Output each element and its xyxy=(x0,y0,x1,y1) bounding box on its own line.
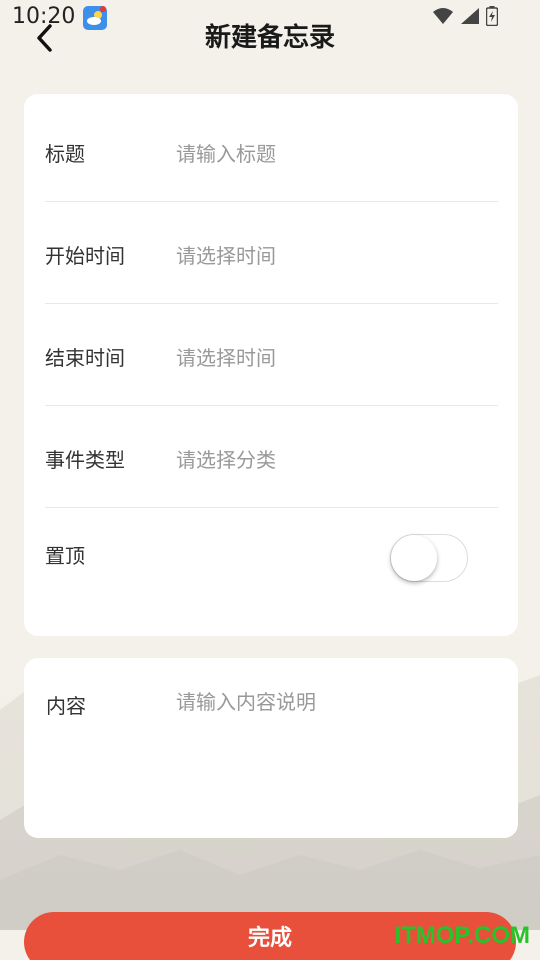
end-time-row[interactable]: 结束时间 请选择时间 xyxy=(45,304,498,406)
content-card: 内容 请输入内容说明 xyxy=(24,658,518,838)
title-label: 标题 xyxy=(45,142,85,166)
weather-icon xyxy=(83,6,107,30)
status-icons xyxy=(432,6,498,26)
title-input[interactable]: 请输入标题 xyxy=(176,140,276,168)
wifi-icon xyxy=(433,8,453,24)
start-time-row[interactable]: 开始时间 请选择时间 xyxy=(45,202,498,304)
start-time-picker[interactable]: 请选择时间 xyxy=(176,242,276,270)
start-time-label: 开始时间 xyxy=(45,244,125,268)
content-label: 内容 xyxy=(46,694,86,718)
site-watermark: ITMOP.COM xyxy=(394,922,530,949)
toggle-knob xyxy=(391,535,437,581)
event-type-row[interactable]: 事件类型 请选择分类 xyxy=(45,406,498,508)
end-time-label: 结束时间 xyxy=(45,346,125,370)
battery-icon xyxy=(486,6,498,26)
end-time-picker[interactable]: 请选择时间 xyxy=(176,344,276,372)
chevron-left-icon xyxy=(37,24,52,52)
status-bar: 10:20 xyxy=(0,0,540,36)
pin-label: 置顶 xyxy=(45,544,85,568)
memo-form-card: 标题 请输入标题 开始时间 请选择时间 结束时间 请选择时间 事件类型 请选择分… xyxy=(24,94,518,636)
event-type-picker[interactable]: 请选择分类 xyxy=(176,446,276,474)
back-button[interactable] xyxy=(26,20,62,56)
pin-row: 置顶 xyxy=(45,508,498,610)
event-type-label: 事件类型 xyxy=(45,448,125,472)
content-textarea[interactable]: 请输入内容说明 xyxy=(176,688,316,716)
pin-toggle[interactable] xyxy=(390,534,468,582)
title-row[interactable]: 标题 请输入标题 xyxy=(45,100,498,202)
signal-icon xyxy=(461,8,479,24)
